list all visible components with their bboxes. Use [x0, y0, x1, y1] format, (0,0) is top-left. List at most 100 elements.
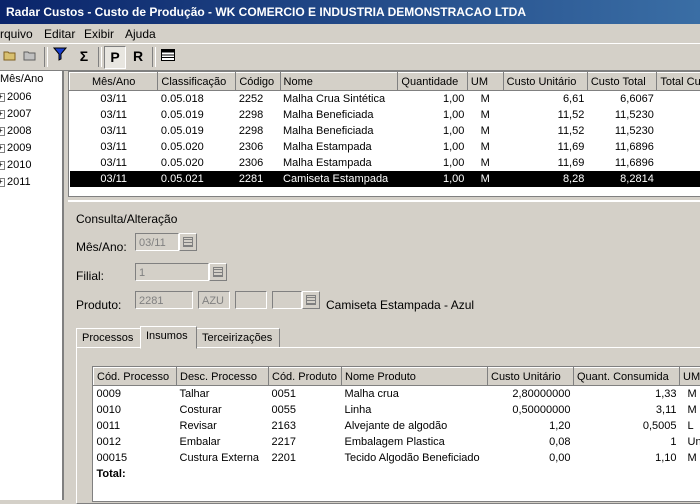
col-header-quant-consumida[interactable]: Quant. Consumida	[574, 368, 680, 386]
table-cell: 8,28	[503, 171, 587, 187]
col-header-um[interactable]: UM	[680, 368, 700, 386]
table-row[interactable]: 03/110.05.0202306Malha Estampada1,00M11,…	[70, 155, 700, 171]
tree-item-2010[interactable]: +2010	[0, 157, 62, 174]
tree-item-2011[interactable]: +2011	[0, 174, 62, 191]
table-cell: M	[467, 171, 503, 187]
produto-code-field[interactable]: 2281	[135, 291, 193, 309]
p-button[interactable]: P	[104, 46, 126, 69]
table-cell: 03/11	[70, 171, 158, 187]
col-header-desc-processo[interactable]: Desc. Processo	[177, 368, 269, 386]
table-cell: 1,00	[398, 91, 467, 108]
table-cell: Malha Beneficiada	[280, 123, 398, 139]
col-header-classificacao[interactable]: Classificação	[158, 73, 236, 91]
r-button[interactable]: R	[128, 46, 148, 67]
tree-item-2007[interactable]: +2007	[0, 106, 62, 123]
table-cell: Alvejante de algodão	[342, 418, 488, 434]
tab-processos[interactable]: Processos	[76, 328, 144, 348]
expand-icon[interactable]: +	[0, 144, 5, 153]
table-row[interactable]: 0012Embalar2217Embalagem Plastica0,081Un	[94, 434, 700, 450]
table-cell: 0,50000000	[488, 402, 574, 418]
table-cell: 11,6896	[587, 139, 656, 155]
table-cell: M	[467, 139, 503, 155]
table-row[interactable]: 03/110.05.0192298Malha Beneficiada1,00M1…	[70, 123, 700, 139]
table-cell: 0051	[269, 386, 342, 403]
table-cell: 6,61	[503, 91, 587, 108]
expand-icon[interactable]: +	[0, 178, 5, 187]
table-cell: 0011	[94, 418, 177, 434]
produto-extra2-field[interactable]	[272, 291, 302, 309]
table-cell: 0,73	[657, 123, 700, 139]
table-cell: 0,52	[657, 139, 700, 155]
col-header-nome[interactable]: Nome	[280, 73, 398, 91]
menu-arquivo[interactable]: rquivo	[0, 27, 33, 41]
table-cell: 2306	[236, 155, 280, 171]
col-header-mes-ano[interactable]: Mês/Ano	[70, 73, 158, 91]
produto-extra-field[interactable]	[235, 291, 267, 309]
grid-view-icon[interactable]	[158, 46, 178, 67]
expand-icon[interactable]: +	[0, 161, 5, 170]
table-row[interactable]: 0009Talhar0051Malha crua2,800000001,33M	[94, 386, 700, 403]
table-cell: 0.05.020	[158, 155, 236, 171]
window-title: Radar Custos - Custo de Produção - WK CO…	[6, 0, 526, 24]
menu-exibir[interactable]: Exibir	[84, 27, 114, 41]
tab-insumos[interactable]: Insumos	[140, 326, 197, 349]
table-row[interactable]: 03/110.05.0212281Camiseta Estampada1,00M…	[70, 171, 700, 187]
filial-field[interactable]: 1	[135, 263, 209, 281]
calendar-icon[interactable]	[179, 233, 197, 251]
table-row[interactable]: 00015Custura Externa2201Tecido Algodão B…	[94, 450, 700, 466]
col-header-custo-unitario[interactable]: Custo Unitário	[488, 368, 574, 386]
table-cell: 03/11	[70, 107, 158, 123]
col-header-nome-produto[interactable]: Nome Produto	[342, 368, 488, 386]
col-header-total-custo-fi[interactable]: Total Custo Fi	[657, 73, 700, 91]
table-cell: 0.05.019	[158, 107, 236, 123]
col-header-quantidade[interactable]: Quantidade	[398, 73, 467, 91]
expand-icon[interactable]: +	[0, 93, 5, 102]
open-folder-icon[interactable]	[0, 46, 20, 67]
table-cell: Tecido Algodão Beneficiado	[342, 450, 488, 466]
col-header-custo-total[interactable]: Custo Total	[587, 73, 656, 91]
table-cell: 11,69	[503, 139, 587, 155]
menu-editar[interactable]: Editar	[44, 27, 75, 41]
section-title: Consulta/Alteração	[76, 212, 177, 226]
table-cell: Embalar	[177, 434, 269, 450]
table-cell: M	[467, 107, 503, 123]
table-cell: M	[680, 402, 700, 418]
sum-button[interactable]: Σ	[74, 46, 94, 67]
produto-variant-field[interactable]: AZU	[198, 291, 230, 309]
menu-bar: rquivo Editar Exibir Ajuda	[0, 24, 700, 44]
table-cell: 0.05.019	[158, 123, 236, 139]
col-header-custo-unitario[interactable]: Custo Unitário	[503, 73, 587, 91]
tab-terceirizacoes[interactable]: Terceirizações	[196, 328, 280, 348]
table-cell: 11,5230	[587, 107, 656, 123]
table-cell: 1,00	[398, 107, 467, 123]
expand-icon[interactable]: +	[0, 127, 5, 136]
table-cell: 00015	[94, 450, 177, 466]
col-header-um[interactable]: UM	[467, 73, 503, 91]
table-cell: 0,31	[657, 91, 700, 108]
table-cell: 0009	[94, 386, 177, 403]
tree-item-2008[interactable]: +2008	[0, 123, 62, 140]
menu-ajuda[interactable]: Ajuda	[125, 27, 156, 41]
lookup-icon[interactable]	[302, 291, 320, 309]
mes-ano-field[interactable]: 03/11	[135, 233, 179, 251]
lookup-icon[interactable]	[209, 263, 227, 281]
table-cell: Malha Estampada	[280, 155, 398, 171]
table-row[interactable]: 0010Costurar0055Linha0,500000003,11M	[94, 402, 700, 418]
table-row[interactable]: 03/110.05.0202306Malha Estampada1,00M11,…	[70, 139, 700, 155]
col-header-cod-produto[interactable]: Cód. Produto	[269, 368, 342, 386]
filter-icon[interactable]	[50, 46, 70, 67]
table-row[interactable]: 03/110.05.0182252Malha Crua Sintética1,0…	[70, 91, 700, 108]
table-cell: M	[467, 155, 503, 171]
table-cell: Revisar	[177, 418, 269, 434]
expand-icon[interactable]: +	[0, 110, 5, 119]
col-header-cod-processo[interactable]: Cód. Processo	[94, 368, 177, 386]
filial-label: Filial:	[76, 269, 104, 283]
tree-item-2006[interactable]: +2006	[0, 89, 62, 106]
folder-icon[interactable]	[20, 46, 40, 67]
tree-item-2009[interactable]: +2009	[0, 140, 62, 157]
table-row[interactable]: 0011Revisar2163Alvejante de algodão1,200…	[94, 418, 700, 434]
table-cell: 0.05.020	[158, 139, 236, 155]
table-row[interactable]: 03/110.05.0192298Malha Beneficiada1,00M1…	[70, 107, 700, 123]
col-header-codigo[interactable]: Código	[236, 73, 280, 91]
table-cell: Embalagem Plastica	[342, 434, 488, 450]
